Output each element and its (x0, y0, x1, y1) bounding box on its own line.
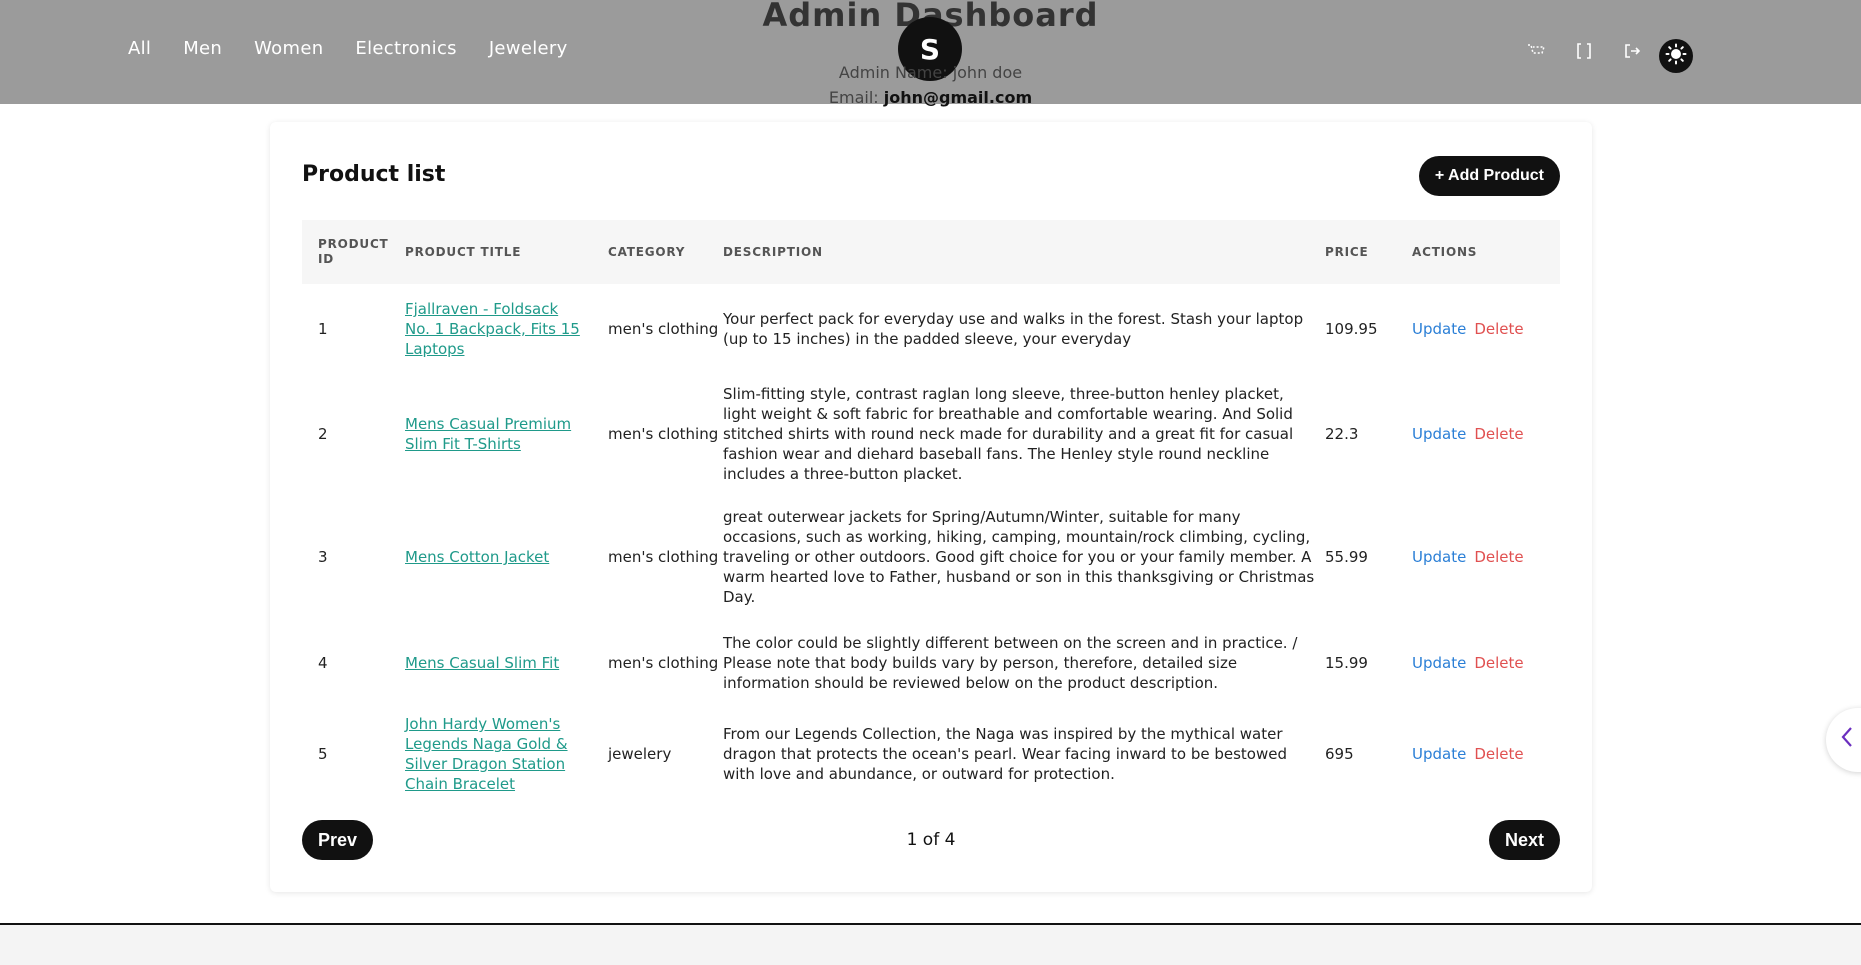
pagination: Prev 1 of 4 Next (302, 820, 1560, 860)
product-title-link[interactable]: Mens Casual Slim Fit (405, 653, 585, 673)
update-button[interactable]: Update (1412, 425, 1466, 443)
product-price: 55.99 (1325, 548, 1368, 566)
logout-icon[interactable] (1608, 42, 1656, 64)
table-row: 1 Fjallraven - Foldsack No. 1 Backpack, … (302, 284, 1560, 374)
email-label: Email: (828, 88, 879, 107)
product-id: 1 (318, 320, 328, 338)
add-product-button[interactable]: + Add Product (1418, 156, 1560, 196)
row-actions: Update Delete (1412, 320, 1560, 338)
header-price: PRICE (1325, 245, 1369, 259)
product-table: PRODUCT ID PRODUCT TITLE CATEGORY DESCRI… (302, 220, 1560, 802)
product-description: Your perfect pack for everyday use and w… (723, 310, 1304, 348)
nav-item-jewelery[interactable]: Jewelery (489, 38, 568, 59)
row-actions: Update Delete (1412, 654, 1560, 672)
nav-item-all[interactable]: All (128, 38, 151, 59)
admin-info: Admin Name: john doe Email: john@gmail.c… (0, 60, 1861, 110)
product-price: 15.99 (1325, 654, 1368, 672)
product-id: 2 (318, 425, 328, 443)
admin-name-label: Admin Name: (838, 63, 948, 82)
product-title-link[interactable]: John Hardy Women's Legends Naga Gold & S… (405, 714, 585, 794)
header-product-id: PRODUCT ID (318, 237, 389, 266)
update-button[interactable]: Update (1412, 320, 1466, 338)
header-actions (1512, 42, 1656, 64)
product-category: jewelery (608, 745, 672, 763)
row-actions: Update Delete (1412, 548, 1560, 566)
nav-item-electronics[interactable]: Electronics (355, 38, 456, 59)
delete-button[interactable]: Delete (1474, 548, 1523, 566)
product-category: men's clothing (608, 548, 719, 566)
sun-icon (1665, 43, 1687, 69)
product-id: 5 (318, 745, 328, 763)
update-button[interactable]: Update (1412, 548, 1466, 566)
row-actions: Update Delete (1412, 425, 1560, 443)
chevron-left-icon (1840, 726, 1854, 754)
update-button[interactable]: Update (1412, 745, 1466, 763)
next-button[interactable]: Next (1488, 820, 1560, 860)
product-category: men's clothing (608, 425, 719, 443)
row-actions: Update Delete (1412, 745, 1560, 763)
product-description: From our Legends Collection, the Naga wa… (723, 725, 1288, 783)
delete-button[interactable]: Delete (1474, 320, 1523, 338)
card-title: Product list (302, 162, 446, 187)
header-description: DESCRIPTION (723, 245, 823, 259)
update-button[interactable]: Update (1412, 654, 1466, 672)
table-header: PRODUCT ID PRODUCT TITLE CATEGORY DESCRI… (302, 220, 1560, 284)
cart-icon[interactable] (1512, 43, 1560, 63)
product-id: 3 (318, 548, 328, 566)
delete-button[interactable]: Delete (1474, 425, 1523, 443)
product-category: men's clothing (608, 320, 719, 338)
product-category: men's clothing (608, 654, 719, 672)
product-price: 22.3 (1325, 425, 1359, 443)
product-id: 4 (318, 654, 328, 672)
admin-name: john doe (952, 63, 1023, 82)
table-row: 4 Mens Casual Slim Fit men's clothing Th… (302, 620, 1560, 706)
product-price: 109.95 (1325, 320, 1378, 338)
header-actions: ACTIONS (1412, 245, 1478, 259)
footer (0, 925, 1861, 965)
nav-item-men[interactable]: Men (183, 38, 222, 59)
product-description: The color could be slightly different be… (723, 634, 1298, 692)
nav-item-women[interactable]: Women (254, 38, 323, 59)
top-header: All Men Women Electronics Jewelery Admin… (0, 0, 1861, 107)
category-nav: All Men Women Electronics Jewelery (128, 38, 600, 59)
page-indicator: 1 of 4 (906, 830, 956, 850)
admin-email: john@gmail.com (883, 88, 1033, 107)
theme-toggle-button[interactable] (1659, 39, 1693, 73)
header-category: CATEGORY (608, 245, 686, 259)
product-title-link[interactable]: Fjallraven - Foldsack No. 1 Backpack, Fi… (405, 299, 585, 359)
product-price: 695 (1325, 745, 1354, 763)
product-list-card: Product list + Add Product PRODUCT ID PR… (270, 122, 1592, 892)
product-description: great outerwear jackets for Spring/Autum… (723, 508, 1315, 606)
product-description: Slim-fitting style, contrast raglan long… (723, 385, 1294, 483)
product-title-link[interactable]: Mens Casual Premium Slim Fit T-Shirts (405, 414, 585, 454)
header-product-title: PRODUCT TITLE (405, 245, 522, 259)
code-brackets-icon[interactable] (1560, 42, 1608, 64)
table-row: 3 Mens Cotton Jacket men's clothing grea… (302, 494, 1560, 620)
delete-button[interactable]: Delete (1474, 654, 1523, 672)
table-row: 2 Mens Casual Premium Slim Fit T-Shirts … (302, 374, 1560, 494)
product-title-link[interactable]: Mens Cotton Jacket (405, 547, 585, 567)
delete-button[interactable]: Delete (1474, 745, 1523, 763)
table-row: 5 John Hardy Women's Legends Naga Gold &… (302, 706, 1560, 802)
side-panel-toggle[interactable] (1826, 708, 1861, 772)
